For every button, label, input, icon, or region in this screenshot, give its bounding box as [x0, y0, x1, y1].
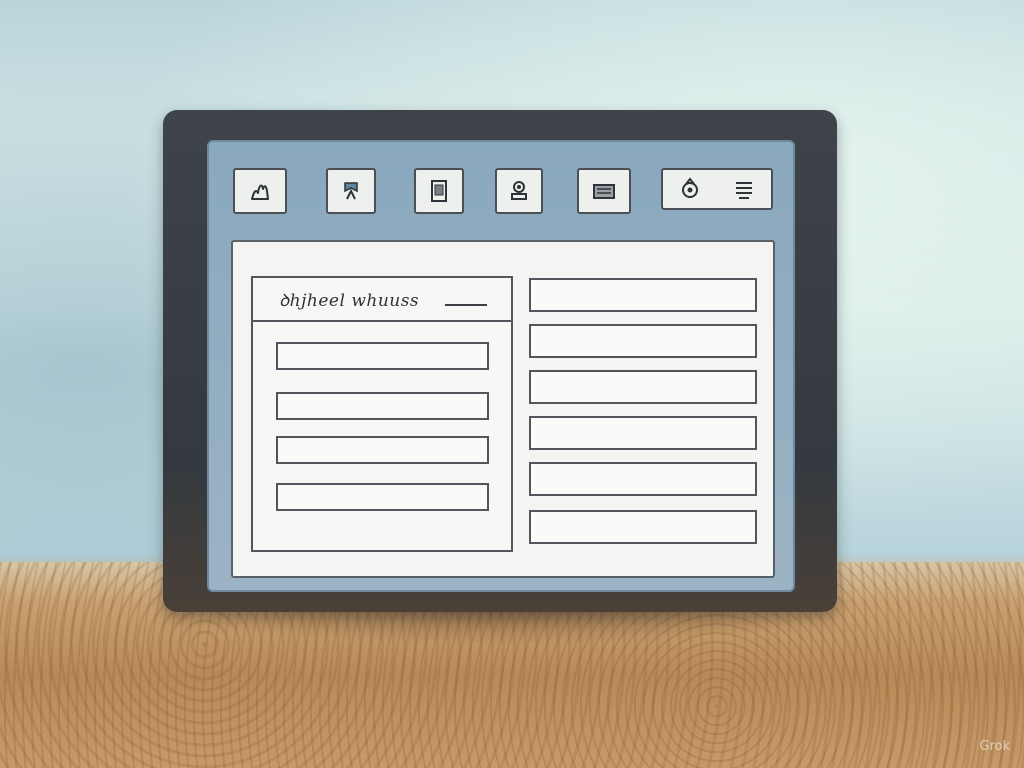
bookmark-icon: [344, 182, 358, 200]
list-item[interactable]: [529, 510, 757, 544]
toolbar-button-stamp[interactable]: [495, 168, 543, 214]
toolbar-button-card[interactable]: [577, 168, 631, 214]
form-field[interactable]: [276, 436, 489, 464]
document-icon: [431, 180, 447, 202]
form-panel: ꝺhjheel whuuss: [251, 276, 513, 552]
list-item[interactable]: [529, 462, 757, 496]
toolbar: [209, 142, 793, 242]
list-item[interactable]: [529, 324, 757, 358]
form-field[interactable]: [276, 342, 489, 370]
device-screen: ꝺhjheel whuuss: [207, 140, 795, 592]
form-header: ꝺhjheel whuuss: [253, 278, 511, 322]
form-field[interactable]: [276, 392, 489, 420]
stamp-icon: [511, 181, 527, 200]
list-item[interactable]: [529, 278, 757, 312]
stack-icon: [736, 182, 752, 199]
list-item[interactable]: [529, 370, 757, 404]
figure-icon: [251, 184, 269, 200]
content-panel: ꝺhjheel whuuss: [231, 240, 775, 578]
toolbar-button-figure[interactable]: [233, 168, 287, 214]
ring-icon: [682, 177, 698, 198]
watermark: Grok: [979, 739, 1010, 754]
form-field[interactable]: [276, 483, 489, 511]
device-frame: ꝺhjheel whuuss: [163, 110, 837, 612]
list-item[interactable]: [529, 416, 757, 450]
toolbar-button-document[interactable]: [414, 168, 464, 214]
card-icon: [593, 184, 615, 199]
form-title: ꝺhjheel whuuss: [279, 291, 420, 311]
toolbar-button-bookmark[interactable]: [326, 168, 376, 214]
toolbar-button-group[interactable]: [661, 168, 773, 210]
header-underline: [445, 304, 487, 306]
